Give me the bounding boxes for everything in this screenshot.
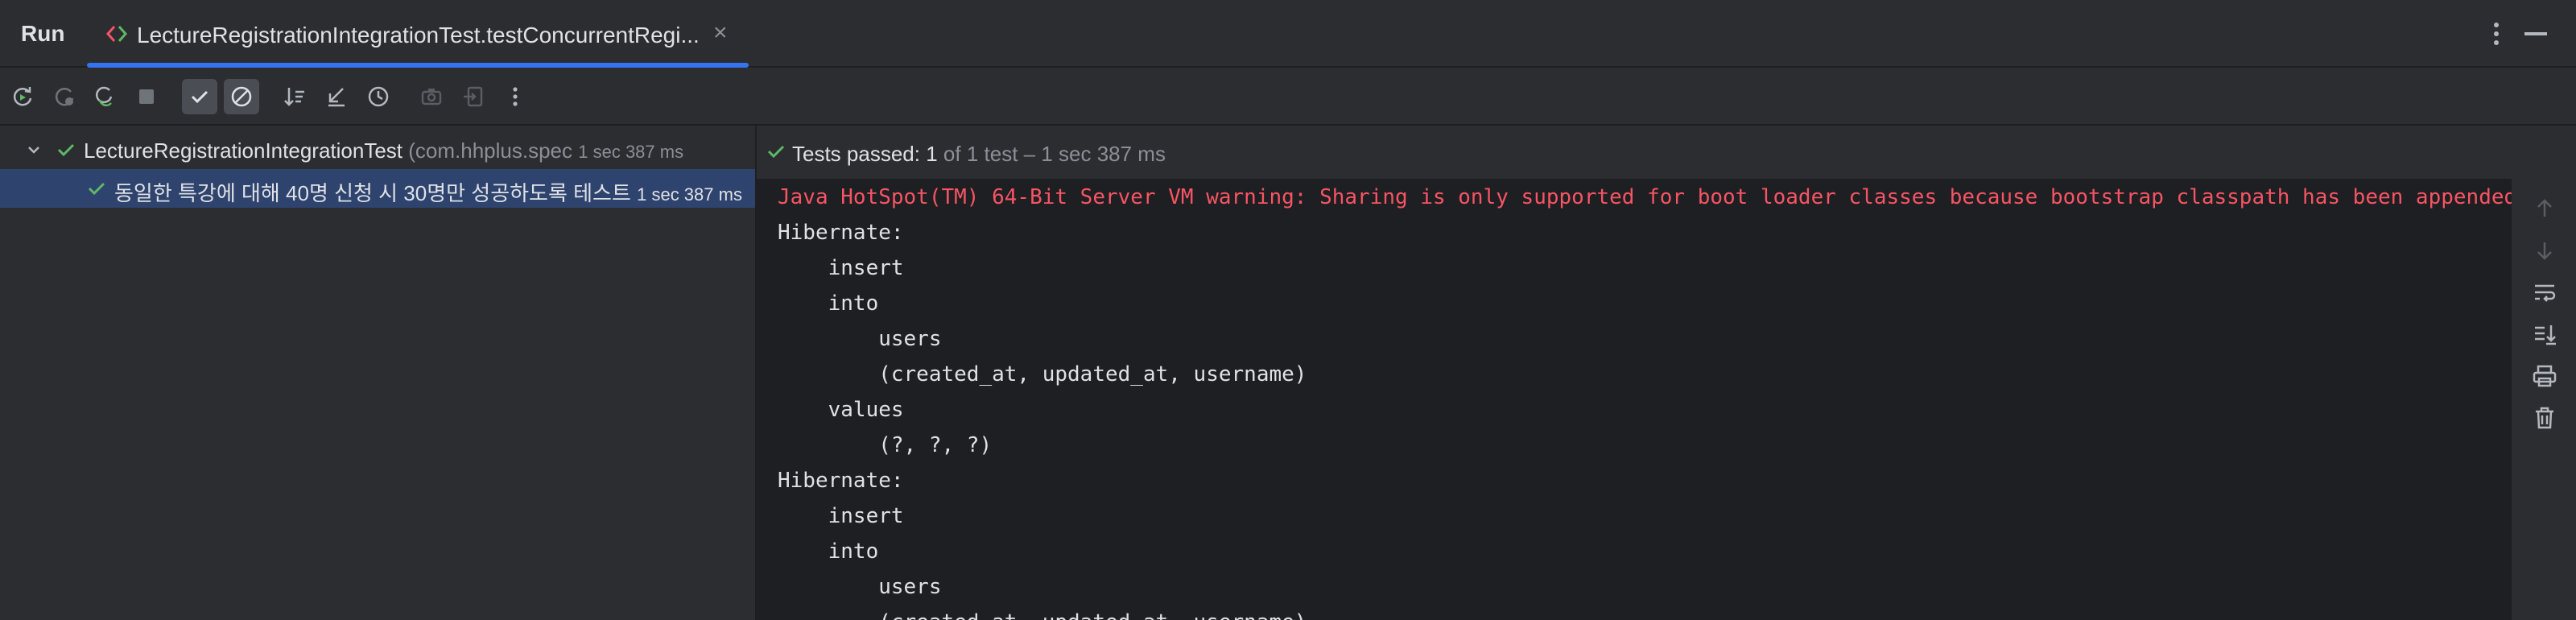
show-passed-button[interactable] [182,79,217,114]
run-panel-title: Run [21,21,65,46]
console-panel: Tests passed: 1 of 1 test – 1 sec 387 ms… [757,126,2576,620]
stop-icon [139,89,154,104]
rerun-icon [13,87,32,106]
more-actions-button[interactable] [497,79,533,114]
up-arrow-icon[interactable] [2531,195,2558,222]
toggle-auto-test-button[interactable] [87,79,122,114]
passed-check-icon [57,143,75,157]
trash-icon[interactable] [2531,404,2558,432]
minimize-icon[interactable] [2524,32,2547,35]
status-passed-count: 1 [926,142,938,166]
console-line: (created_at, updated_at, username) [778,362,1320,386]
show-ignored-button[interactable] [224,79,259,114]
tab-title: LectureRegistrationIntegrationTest.testC… [137,23,700,48]
console-line: insert [778,504,917,528]
test-results-tree: LectureRegistrationIntegrationTest (com.… [0,126,755,620]
test-method-name: 동일한 특강에 대해 40명 신청 시 30명만 성공하도록 테스트 [114,181,631,205]
toggle-auto-test-icon [95,86,113,107]
export-icon [464,86,483,107]
console-side-toolbar [2512,126,2576,620]
screenshot-icon [421,89,442,105]
console-output[interactable]: Java HotSpot(TM) 64-Bit Server VM warnin… [757,179,2512,620]
rerun-failed-button[interactable] [47,79,82,114]
test-class-package: (com.hhplus.spec [408,138,573,163]
console-line: Hibernate: [778,221,917,245]
console-line: Java HotSpot(TM) 64-Bit Server VM warnin… [778,185,2512,209]
print-icon[interactable] [2531,362,2558,390]
console-line: users [778,575,942,599]
collapse-icon [328,88,345,107]
run-toolbar [0,68,2576,126]
more-icon [513,87,518,106]
test-class-duration: 1 sec 387 ms [578,142,684,162]
export-button[interactable] [456,79,491,114]
rerun-failed-icon [55,88,74,106]
show-passed-icon [191,90,208,104]
test-status-bar: Tests passed: 1 of 1 test – 1 sec 387 ms [757,126,2512,179]
console-line: (?, ?, ?) [778,433,993,457]
console-line: into [778,291,879,316]
stop-button[interactable] [129,79,164,114]
test-history-button[interactable] [361,79,396,114]
close-tab-icon[interactable]: × [713,19,728,47]
sort-icon [284,88,304,106]
rerun-button[interactable] [5,79,40,114]
console-line: Hibernate: [778,469,917,493]
more-options-icon[interactable] [2484,19,2508,48]
chevron-down-icon[interactable] [23,138,45,161]
sort-button[interactable] [277,79,312,114]
tree-node-test-method[interactable]: 동일한 특강에 대해 40명 신청 시 30명만 성공하도록 테스트 1 sec… [0,169,755,208]
passed-check-icon [767,145,785,159]
run-tool-window-header: Run LectureRegistrationIntegrationTest.t… [0,0,2576,68]
status-label: Tests passed: [792,142,920,166]
test-method-duration: 1 sec 387 ms [637,184,742,205]
run-configuration-tab[interactable]: LectureRegistrationIntegrationTest.testC… [87,0,749,68]
console-line: values [778,398,904,422]
scroll-to-end-icon[interactable] [2531,320,2558,348]
test-run-icon [105,26,128,42]
passed-check-icon [88,182,105,196]
console-line: into [778,539,879,564]
console-line: users [778,327,942,351]
screenshot-button[interactable] [414,79,449,114]
down-arrow-icon[interactable] [2531,237,2558,264]
history-icon [368,86,389,107]
console-line: insert [778,256,917,280]
soft-wrap-icon[interactable] [2531,279,2558,306]
tree-node-test-class[interactable]: LectureRegistrationIntegrationTest (com.… [0,130,755,169]
test-class-name: LectureRegistrationIntegrationTest [84,138,403,163]
status-detail: of 1 test – 1 sec 387 ms [943,142,1166,166]
collapse-all-button[interactable] [319,79,354,114]
console-line: (created_at, updated_at, username) [778,610,1319,620]
show-ignored-icon [231,86,252,107]
